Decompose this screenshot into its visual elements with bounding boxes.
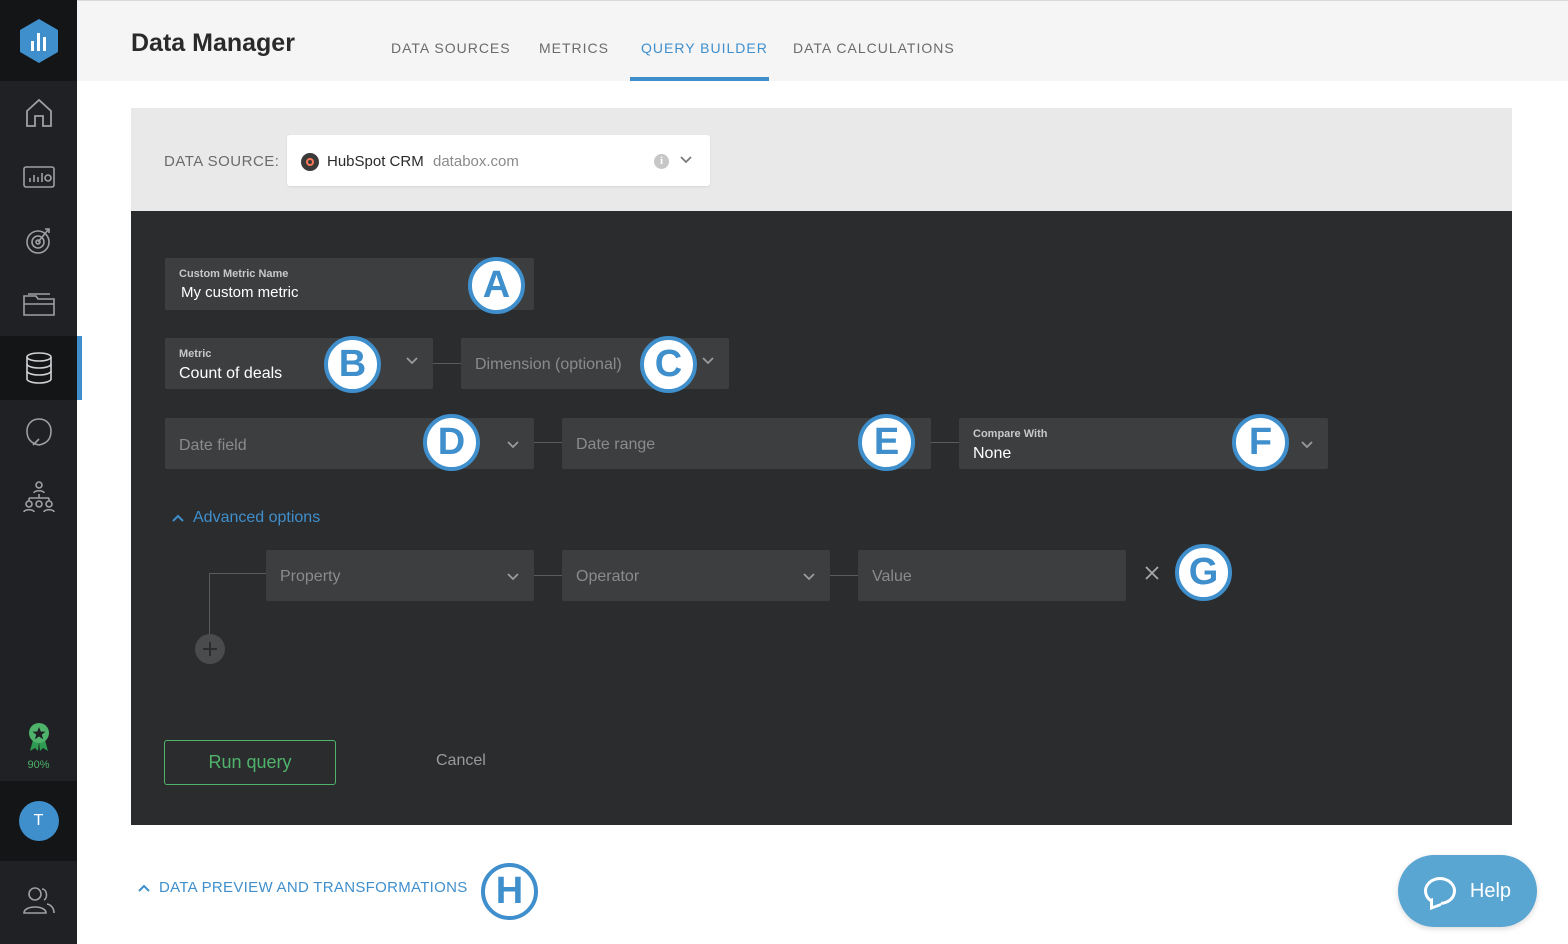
- sidebar-item-goals[interactable]: [0, 208, 77, 272]
- value-input[interactable]: Value: [858, 550, 1126, 601]
- sidebar-item-folders[interactable]: [0, 272, 77, 336]
- team-icon: [22, 887, 55, 914]
- connector-line: [830, 575, 858, 576]
- operator-placeholder: Operator: [576, 568, 640, 585]
- header: Data Manager DATA SOURCES METRICS QUERY …: [77, 0, 1568, 81]
- filter-tree-line: [209, 573, 210, 635]
- goals-icon: [25, 228, 50, 254]
- avatar[interactable]: T: [18, 801, 59, 841]
- chat-icon: [1423, 877, 1456, 905]
- connector-line: [534, 575, 562, 576]
- tab-data-sources[interactable]: DATA SOURCES: [391, 40, 511, 56]
- marker-d: D: [423, 414, 480, 471]
- plus-icon: [203, 642, 217, 656]
- compare-with-label: Compare With: [973, 428, 1048, 440]
- chevron-down-icon: [1301, 441, 1313, 449]
- sidebar: 90% T: [0, 0, 82, 944]
- sidebar-item-data-manager[interactable]: [0, 336, 82, 400]
- operator-select[interactable]: Operator: [562, 550, 830, 601]
- sidebar-item-alerts[interactable]: [0, 400, 77, 464]
- folder-icon: [22, 293, 55, 316]
- chevron-down-icon: [803, 573, 815, 581]
- data-preview-toggle[interactable]: DATA PREVIEW AND TRANSFORMATIONS: [137, 879, 468, 896]
- data-preview-label: DATA PREVIEW AND TRANSFORMATIONS: [159, 879, 468, 896]
- advanced-options-label: Advanced options: [193, 509, 321, 526]
- property-select[interactable]: Property: [266, 550, 534, 601]
- custom-metric-name-label: Custom Metric Name: [179, 268, 289, 280]
- award-icon: [28, 723, 49, 751]
- sidebar-item-organization[interactable]: [0, 464, 77, 528]
- metric-select[interactable]: Metric Count of deals: [165, 338, 433, 389]
- query-builder-panel: Custom Metric Name My custom metric A Me…: [131, 211, 1512, 825]
- data-source-select[interactable]: HubSpot CRM databox.com i: [287, 135, 710, 186]
- value-placeholder: Value: [872, 568, 912, 585]
- data-source-label: DATA SOURCE:: [164, 153, 280, 170]
- marker-c: C: [640, 336, 697, 393]
- page-title: Data Manager: [131, 29, 295, 57]
- help-label: Help: [1469, 879, 1512, 902]
- logo-icon: [19, 18, 58, 63]
- add-filter-button[interactable]: [195, 634, 225, 664]
- metric-value: Count of deals: [179, 365, 283, 382]
- tab-query-builder[interactable]: QUERY BUILDER: [641, 40, 768, 56]
- tab-data-calculations[interactable]: DATA CALCULATIONS: [793, 40, 955, 56]
- marker-b: B: [324, 336, 381, 393]
- progress-percent: 90%: [27, 759, 50, 771]
- alerts-icon: [25, 418, 52, 446]
- marker-h: H: [481, 863, 538, 920]
- sidebar-item-home[interactable]: [0, 81, 77, 145]
- chevron-down-icon: [507, 441, 519, 449]
- database-icon: [25, 352, 52, 384]
- connector-line: [209, 573, 266, 574]
- progress-badge[interactable]: 90%: [0, 722, 77, 774]
- connector-line: [534, 442, 562, 443]
- data-source-domain: databox.com: [433, 153, 519, 170]
- organization-icon: [22, 481, 55, 513]
- chevron-down-icon: [406, 357, 418, 365]
- data-source-name: HubSpot CRM: [327, 153, 424, 170]
- compare-with-value: None: [973, 445, 1012, 462]
- info-icon[interactable]: i: [654, 154, 669, 169]
- dashboard-icon: [22, 166, 55, 188]
- advanced-options-toggle[interactable]: Advanced options: [171, 509, 320, 527]
- connector-line: [433, 363, 461, 364]
- active-tab-indicator: [630, 77, 769, 81]
- cancel-button[interactable]: Cancel: [436, 752, 486, 770]
- property-placeholder: Property: [280, 568, 341, 585]
- sidebar-item-team[interactable]: [0, 868, 77, 932]
- marker-f: F: [1232, 414, 1289, 471]
- databox-logo[interactable]: [0, 0, 77, 81]
- metric-label: Metric: [179, 348, 212, 360]
- account-area: T: [0, 781, 77, 861]
- custom-metric-name-value: My custom metric: [181, 284, 299, 301]
- hubspot-icon: [301, 153, 319, 171]
- close-icon[interactable]: [1144, 565, 1160, 581]
- chevron-down-icon: [702, 357, 714, 365]
- date-range-placeholder: Date range: [576, 436, 656, 453]
- help-button[interactable]: Help: [1398, 855, 1537, 927]
- date-field-placeholder: Date field: [179, 437, 247, 454]
- dimension-placeholder: Dimension (optional): [475, 356, 622, 373]
- chevron-up-icon: [138, 884, 150, 892]
- sidebar-item-dashboards[interactable]: [0, 145, 77, 209]
- run-query-button[interactable]: Run query: [164, 740, 336, 785]
- chevron-down-icon: [507, 573, 519, 581]
- data-source-bar: DATA SOURCE: HubSpot CRM databox.com i: [131, 108, 1512, 211]
- chevron-down-icon[interactable]: [679, 155, 693, 165]
- marker-g: G: [1175, 544, 1232, 601]
- tab-metrics[interactable]: METRICS: [539, 40, 609, 56]
- connector-line: [931, 442, 959, 443]
- home-icon: [25, 98, 52, 127]
- marker-a: A: [468, 257, 525, 314]
- chevron-up-icon: [172, 514, 184, 522]
- marker-e: E: [858, 414, 915, 471]
